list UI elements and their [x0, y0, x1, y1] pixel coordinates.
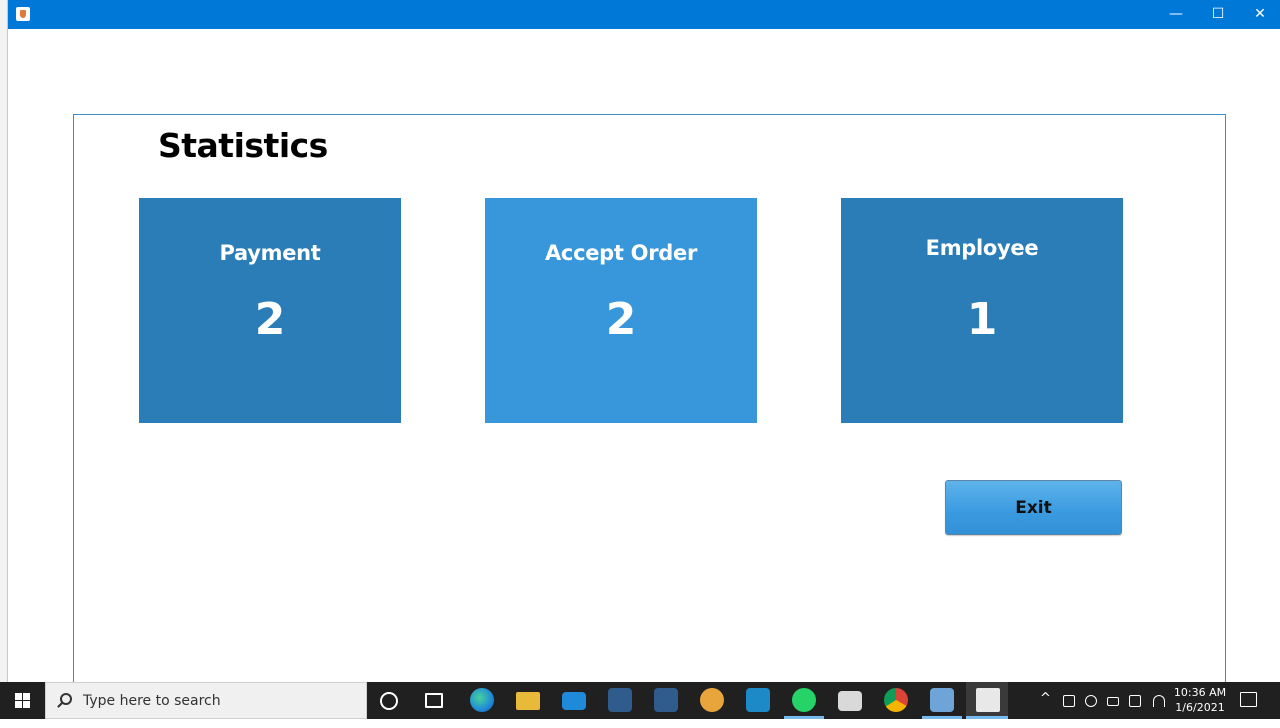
- notification-center-icon[interactable]: [1240, 692, 1257, 707]
- onedrive-icon[interactable]: [1085, 695, 1097, 707]
- store-icon[interactable]: [838, 691, 862, 711]
- java-duke-icon[interactable]: [700, 688, 724, 712]
- taskbar: Type here to search ^ 10:36 AM 1/6/2021: [0, 682, 1280, 719]
- cortana-icon[interactable]: [380, 692, 398, 710]
- employee-card: Employee 1: [841, 198, 1123, 423]
- card-value: 2: [605, 294, 637, 345]
- java-app-icon[interactable]: [976, 688, 1000, 712]
- search-input[interactable]: Type here to search: [45, 682, 367, 719]
- close-button[interactable]: ✕: [1238, 0, 1280, 29]
- exit-button[interactable]: Exit: [945, 480, 1122, 535]
- background-window-edge: [0, 0, 8, 682]
- card-value: 2: [254, 294, 286, 345]
- search-icon: [60, 693, 72, 705]
- trello-icon[interactable]: [746, 688, 770, 712]
- show-hidden-icons-chevron[interactable]: ^: [1040, 691, 1051, 728]
- file-explorer-icon[interactable]: [516, 692, 540, 710]
- card-value: 1: [966, 294, 998, 345]
- volume-icon[interactable]: [1129, 695, 1141, 707]
- page-title: Statistics: [158, 126, 328, 165]
- visual-studio-icon[interactable]: [608, 688, 632, 712]
- accept-order-card: Accept Order 2: [485, 198, 757, 423]
- maximize-button[interactable]: ☐: [1196, 0, 1240, 29]
- taskbar-clock[interactable]: 10:36 AM 1/6/2021: [1170, 685, 1230, 715]
- wifi-icon[interactable]: [1153, 695, 1165, 707]
- app-window: — ☐ ✕ Statistics Payment 2 Accept Order …: [8, 0, 1280, 694]
- mail-icon[interactable]: [562, 692, 586, 710]
- card-label: Accept Order: [544, 241, 697, 265]
- card-label: Payment: [219, 241, 321, 265]
- battery-icon[interactable]: [1107, 697, 1119, 706]
- title-bar[interactable]: — ☐ ✕: [8, 0, 1280, 29]
- meet-now-icon[interactable]: [1063, 695, 1075, 707]
- windows-logo-icon: [15, 693, 30, 708]
- minimize-button[interactable]: —: [1154, 0, 1198, 29]
- visual-studio-icon[interactable]: [654, 688, 678, 712]
- chrome-icon[interactable]: [884, 688, 908, 712]
- clock-date: 1/6/2021: [1175, 701, 1225, 714]
- search-placeholder: Type here to search: [83, 693, 221, 709]
- java-app-icon: [16, 7, 30, 21]
- start-button[interactable]: [0, 682, 45, 719]
- clock-time: 10:36 AM: [1173, 686, 1227, 699]
- card-label: Employee: [925, 236, 1039, 260]
- edge-icon[interactable]: [470, 688, 494, 712]
- payment-card: Payment 2: [139, 198, 401, 423]
- task-view-icon[interactable]: [425, 693, 443, 708]
- virtualbox-icon[interactable]: [930, 688, 954, 712]
- whatsapp-icon[interactable]: [792, 688, 816, 712]
